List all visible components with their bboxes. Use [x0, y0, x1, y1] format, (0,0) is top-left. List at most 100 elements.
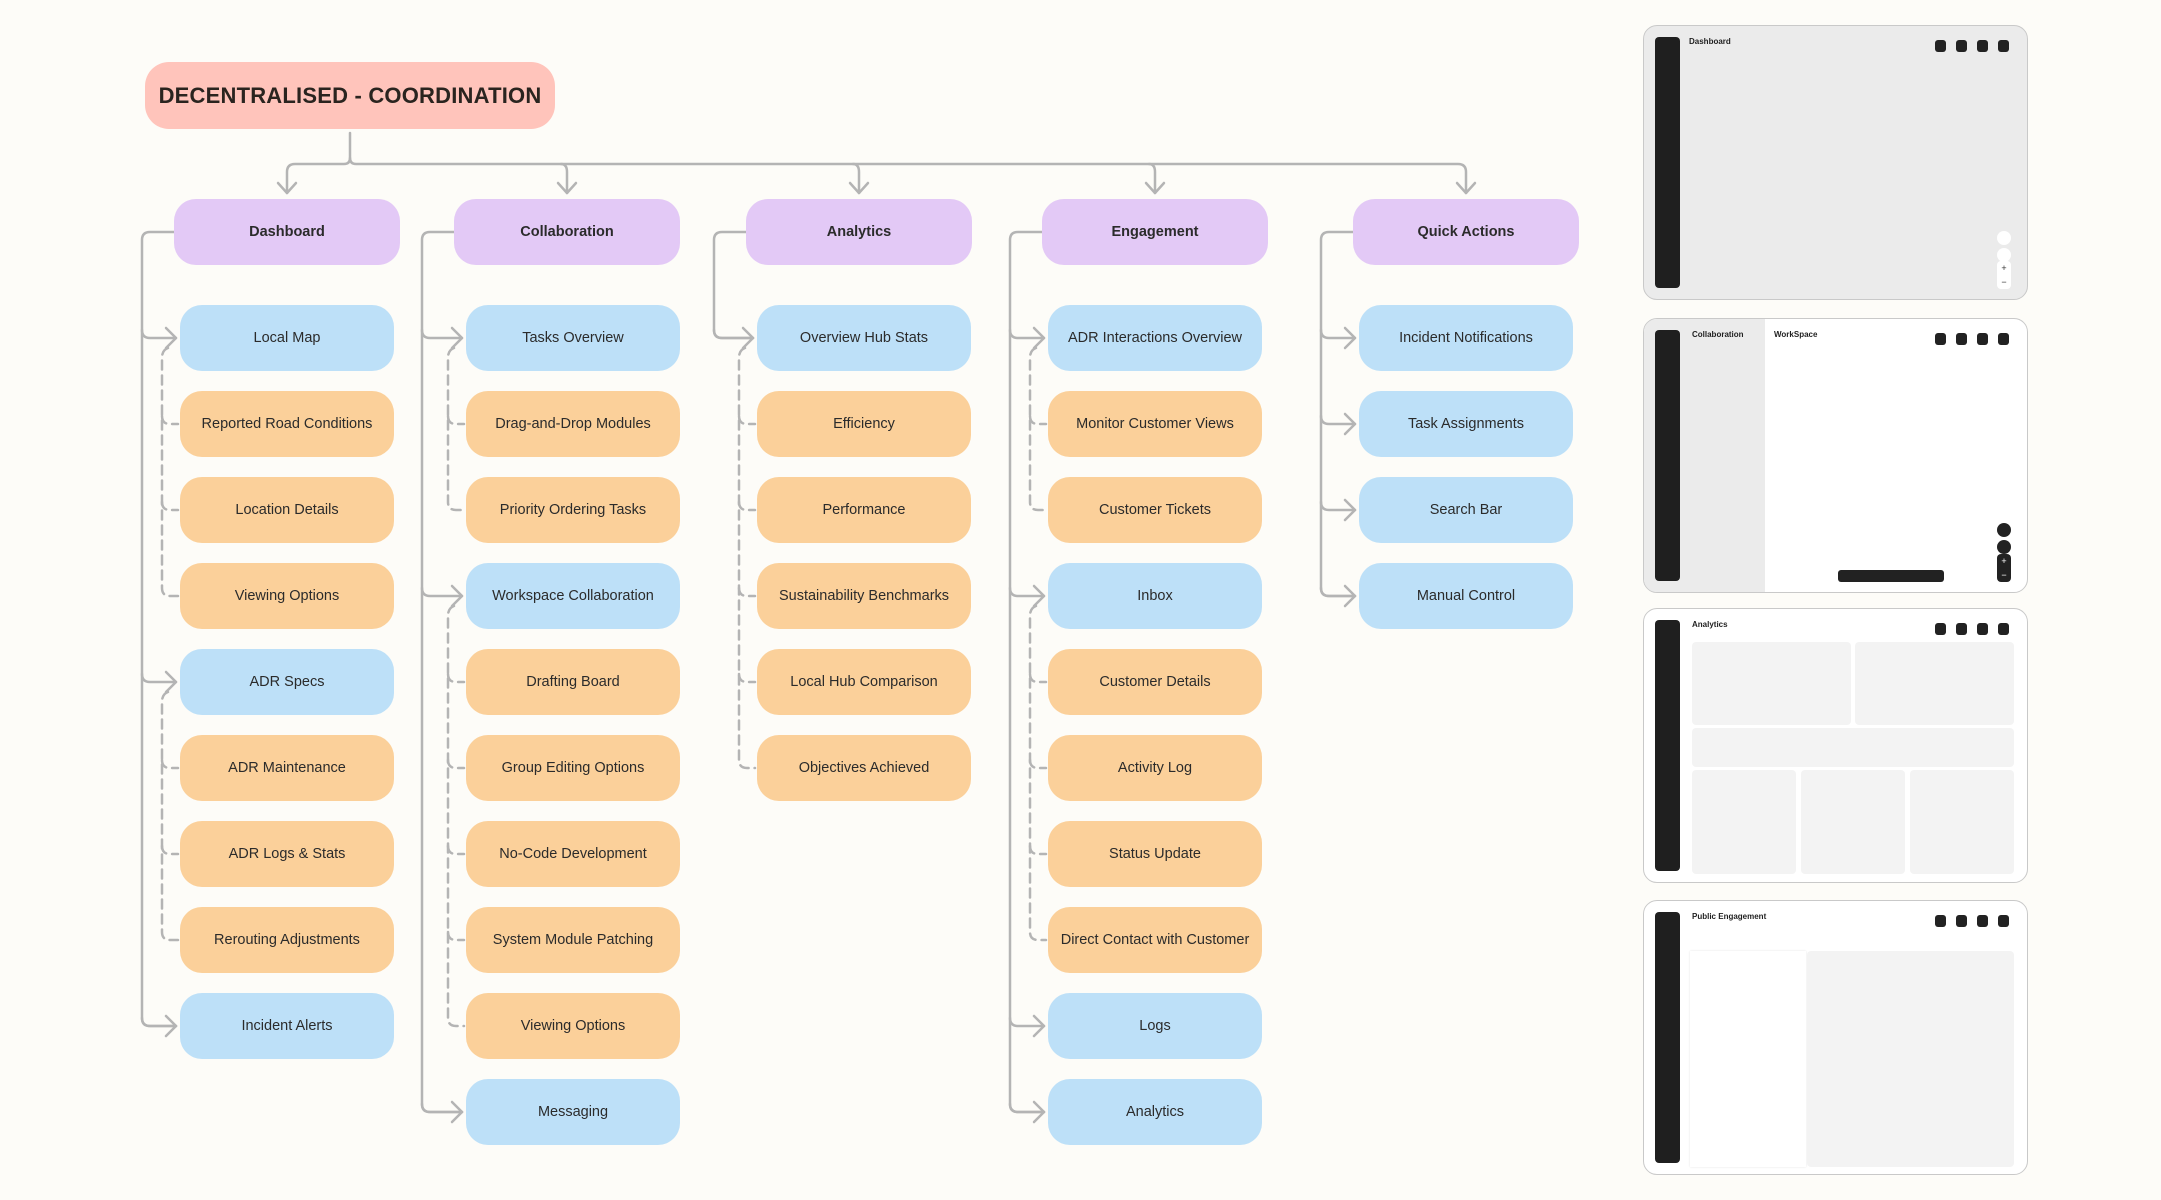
- page-node[interactable]: Overview Hub Stats: [757, 305, 971, 371]
- page-node[interactable]: Search Bar: [1359, 477, 1573, 543]
- branch-line: [140, 328, 178, 340]
- feature-node[interactable]: No-Code Development: [466, 821, 680, 887]
- trunk-line: [140, 230, 178, 1028]
- feature-node[interactable]: Customer Details: [1048, 649, 1262, 715]
- page-node[interactable]: Messaging: [466, 1079, 680, 1145]
- section-quick-actions[interactable]: Quick Actions: [1353, 199, 1579, 265]
- section-collaboration[interactable]: Collaboration: [454, 199, 680, 265]
- thumbnail-analytics[interactable]: Analytics: [1643, 608, 2028, 883]
- page-node[interactable]: ADR Interactions Overview: [1048, 305, 1262, 371]
- arrow-right-icon: [1032, 584, 1046, 608]
- arrow-down-icon: [848, 181, 870, 195]
- arrow-right-icon: [450, 326, 464, 350]
- feature-node[interactable]: Reported Road Conditions: [180, 391, 394, 457]
- page-node[interactable]: Task Assignments: [1359, 391, 1573, 457]
- sub-branch-line: [737, 586, 757, 598]
- page-node[interactable]: Inbox: [1048, 563, 1262, 629]
- toolbar-icon: [1977, 333, 1988, 345]
- sub-branch-line: [446, 930, 466, 942]
- feature-node[interactable]: Rerouting Adjustments: [180, 907, 394, 973]
- sub-branch-line: [1028, 758, 1048, 770]
- branch-line: [1319, 586, 1357, 598]
- section-engagement[interactable]: Engagement: [1042, 199, 1268, 265]
- analytics-card: [1855, 642, 2014, 725]
- root-bus-line: [285, 156, 352, 195]
- feature-node[interactable]: Priority Ordering Tasks: [466, 477, 680, 543]
- feature-node[interactable]: Drag-and-Drop Modules: [466, 391, 680, 457]
- feature-node[interactable]: Drafting Board: [466, 649, 680, 715]
- toolbar-icon: [1977, 915, 1988, 927]
- sub-branch-line: [1028, 604, 1048, 942]
- feature-node[interactable]: Activity Log: [1048, 735, 1262, 801]
- branch-line: [1319, 328, 1357, 340]
- branch-line: [1319, 414, 1357, 426]
- toolbar-icon: [1977, 623, 1988, 635]
- bus-drop-line: [559, 162, 569, 195]
- page-node[interactable]: Workspace Collaboration: [466, 563, 680, 629]
- sub-branch-line: [737, 500, 757, 512]
- page-node[interactable]: Manual Control: [1359, 563, 1573, 629]
- feature-node[interactable]: Direct Contact with Customer: [1048, 907, 1262, 973]
- detail-panel: [1807, 951, 2014, 1167]
- page-node[interactable]: Logs: [1048, 993, 1262, 1059]
- branch-line: [1008, 586, 1046, 598]
- toolbar-icon: [1956, 40, 1967, 52]
- toolbar-icon: [1935, 915, 1946, 927]
- thumbnail-dashboard[interactable]: Dashboard + −: [1643, 25, 2028, 300]
- arrow-right-icon: [164, 670, 178, 694]
- arrow-right-icon: [1343, 326, 1357, 350]
- arrow-right-icon: [164, 1014, 178, 1038]
- feature-node[interactable]: Monitor Customer Views: [1048, 391, 1262, 457]
- toolbar-icon: [1935, 623, 1946, 635]
- page-node[interactable]: Local Map: [180, 305, 394, 371]
- branch-line: [712, 328, 755, 340]
- feature-node[interactable]: ADR Logs & Stats: [180, 821, 394, 887]
- arrow-right-icon: [1343, 584, 1357, 608]
- section-analytics[interactable]: Analytics: [746, 199, 972, 265]
- page-node[interactable]: ADR Specs: [180, 649, 394, 715]
- analytics-card-wide: [1692, 728, 2014, 767]
- trunk-line: [1319, 230, 1357, 598]
- feature-node[interactable]: Viewing Options: [180, 563, 394, 629]
- feature-node[interactable]: Objectives Achieved: [757, 735, 971, 801]
- arrow-right-icon: [741, 326, 755, 350]
- thumbnail-collaboration[interactable]: Collaboration WorkSpace + −: [1643, 318, 2028, 593]
- branch-line: [420, 586, 464, 598]
- section-dashboard[interactable]: Dashboard: [174, 199, 400, 265]
- thumbnail-subtitle: WorkSpace: [1774, 330, 1818, 339]
- trunk-line: [420, 230, 464, 1114]
- thumbnail-title: Analytics: [1692, 620, 1728, 629]
- bus-drop-line: [1147, 162, 1157, 195]
- sub-branch-line: [737, 414, 757, 426]
- feature-node[interactable]: Performance: [757, 477, 971, 543]
- sub-branch-line: [446, 414, 466, 426]
- feature-node[interactable]: Location Details: [180, 477, 394, 543]
- thumbnail-sidebar: [1655, 912, 1680, 1163]
- arrow-right-icon: [1032, 1014, 1046, 1038]
- feature-node[interactable]: Efficiency: [757, 391, 971, 457]
- feature-node[interactable]: Status Update: [1048, 821, 1262, 887]
- feature-node[interactable]: Customer Tickets: [1048, 477, 1262, 543]
- thumbnail-public-engagement[interactable]: Public Engagement: [1643, 900, 2028, 1175]
- feature-node[interactable]: Local Hub Comparison: [757, 649, 971, 715]
- list-panel: [1690, 951, 1806, 1167]
- branch-line: [1008, 1102, 1046, 1114]
- feature-node[interactable]: Sustainability Benchmarks: [757, 563, 971, 629]
- feature-node[interactable]: Viewing Options: [466, 993, 680, 1059]
- arrow-right-icon: [1032, 326, 1046, 350]
- page-node[interactable]: Incident Notifications: [1359, 305, 1573, 371]
- feature-node[interactable]: ADR Maintenance: [180, 735, 394, 801]
- page-node[interactable]: Analytics: [1048, 1079, 1262, 1145]
- arrow-right-icon: [1343, 412, 1357, 436]
- sub-branch-line: [160, 844, 180, 856]
- feature-node[interactable]: System Module Patching: [466, 907, 680, 973]
- page-node[interactable]: Incident Alerts: [180, 993, 394, 1059]
- sub-branch-line: [446, 758, 466, 770]
- root-node[interactable]: DECENTRALISED - COORDINATION: [145, 62, 555, 129]
- page-node[interactable]: Tasks Overview: [466, 305, 680, 371]
- sub-branch-line: [160, 346, 180, 598]
- zoom-control: + −: [1997, 554, 2011, 582]
- thumbnail-sidebar: [1655, 330, 1680, 581]
- toolbar-icon: [1956, 623, 1967, 635]
- feature-node[interactable]: Group Editing Options: [466, 735, 680, 801]
